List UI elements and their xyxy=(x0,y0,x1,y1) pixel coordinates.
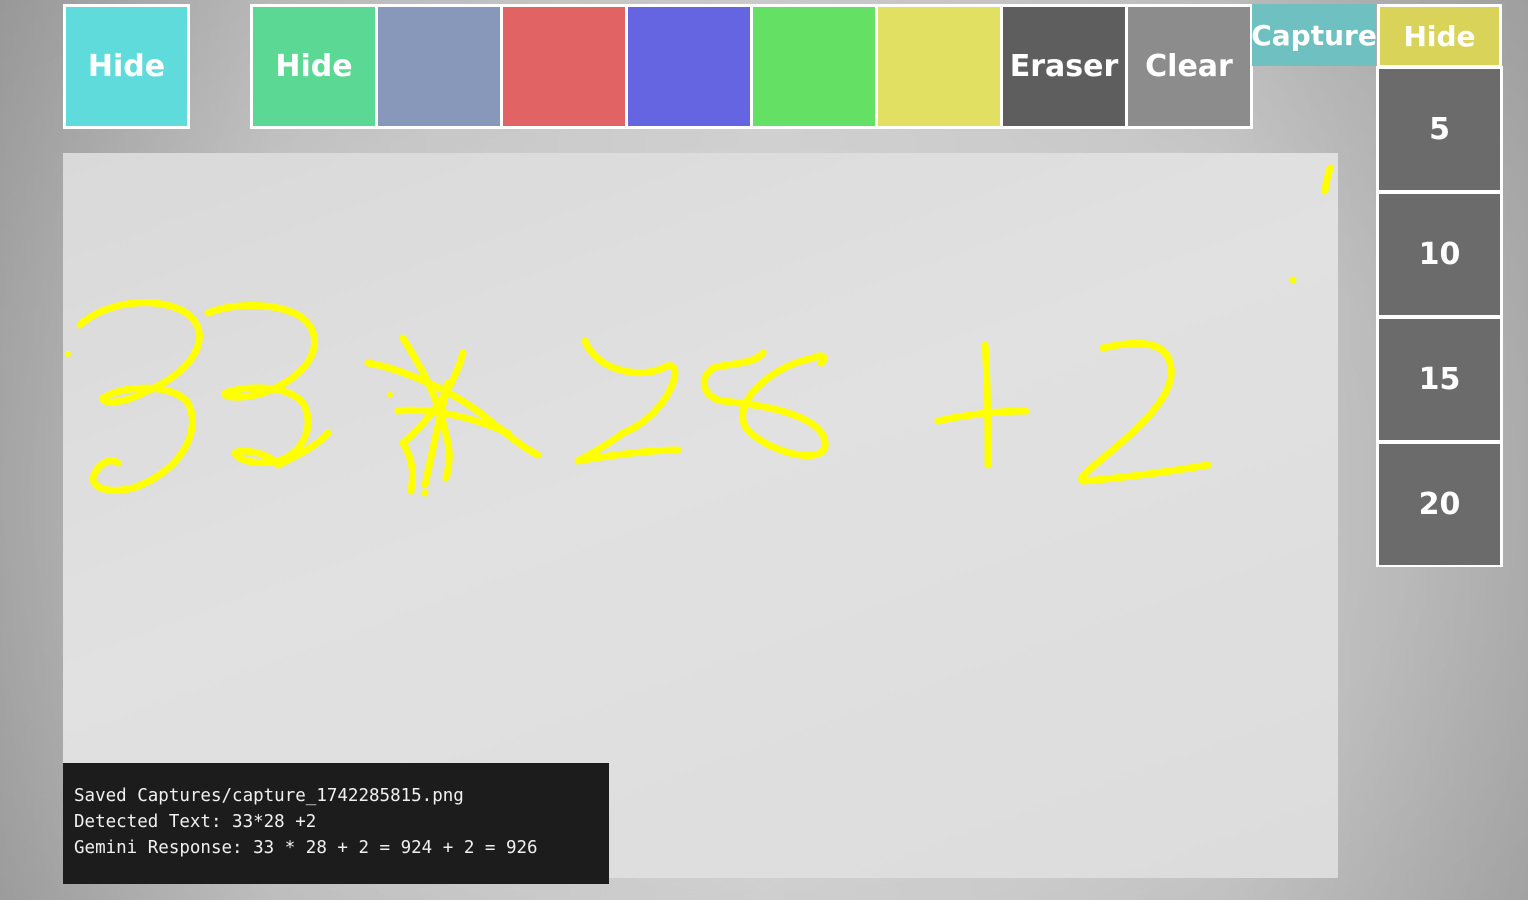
stroke-dot-right xyxy=(1289,276,1297,284)
stroke-digit-2-a xyxy=(574,337,682,465)
stroke-dot-asterisk xyxy=(387,392,393,398)
color-swatch-yellow[interactable] xyxy=(878,7,1000,126)
hide-toolbar-button[interactable]: Hide xyxy=(63,4,190,129)
stroke-plus-vertical xyxy=(981,341,992,469)
brush-size-5-button[interactable]: 5 xyxy=(1379,69,1500,190)
color-swatch-slate[interactable] xyxy=(378,7,500,126)
brush-size-10-button[interactable]: 10 xyxy=(1379,194,1500,315)
color-swatch-red[interactable] xyxy=(503,7,625,126)
eraser-button[interactable]: Eraser xyxy=(1003,7,1125,126)
console-output: Saved Captures/capture_1742285815.png De… xyxy=(63,763,609,884)
palette-hide-button[interactable]: Hide xyxy=(253,7,375,126)
brush-size-panel: 5 10 15 20 xyxy=(1376,66,1503,567)
stroke-plus-horizontal xyxy=(934,407,1030,425)
stroke-digit-8 xyxy=(700,349,829,459)
console-line-saved: Saved Captures/capture_1742285815.png xyxy=(74,786,464,806)
clear-button[interactable]: Clear xyxy=(1128,7,1250,126)
stroke-dot-left xyxy=(65,351,71,357)
color-swatch-green[interactable] xyxy=(753,7,875,126)
stroke-digit-3-a xyxy=(76,299,203,494)
capture-button[interactable]: Capture xyxy=(1251,4,1377,66)
brush-size-20-button[interactable]: 20 xyxy=(1379,444,1500,565)
stroke-stray-top-right xyxy=(1321,164,1334,195)
hide-sizes-button[interactable]: Hide xyxy=(1377,4,1502,68)
stroke-digit-3-b xyxy=(204,302,332,469)
stroke-digit-2-b xyxy=(1078,339,1212,485)
console-line-response: Gemini Response: 33 * 28 + 2 = 924 + 2 =… xyxy=(74,838,538,858)
console-line-detected: Detected Text: 33*28 +2 xyxy=(74,812,317,832)
color-palette: Hide Eraser Clear xyxy=(250,4,1253,129)
stroke-dot-asterisk-bottom xyxy=(421,489,429,497)
brush-size-15-button[interactable]: 15 xyxy=(1379,319,1500,440)
color-swatch-blue[interactable] xyxy=(628,7,750,126)
